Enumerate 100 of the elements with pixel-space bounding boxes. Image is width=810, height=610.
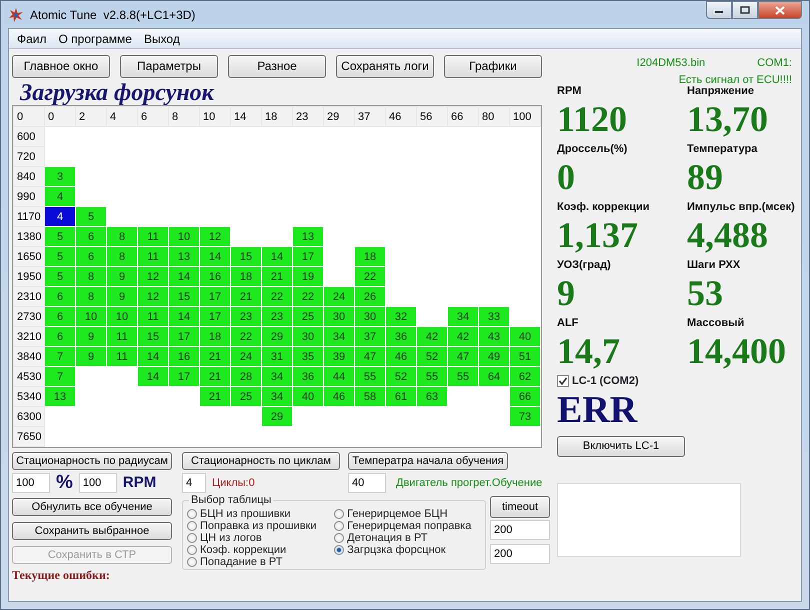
table-cell[interactable]: 17 [168,326,200,346]
table-cell[interactable]: 17 [200,306,230,326]
table-cell[interactable]: 8 [106,226,138,246]
table-cell[interactable]: 14 [200,246,230,266]
table-cell[interactable]: 10 [106,306,138,326]
table-cell[interactable]: 28 [230,366,262,386]
table-cell[interactable]: 11 [138,246,168,266]
radio-option[interactable]: Коэф. коррекции [187,544,326,556]
action-button[interactable]: Сохранить выбранное [12,522,172,540]
table-cell[interactable]: 52 [386,366,416,386]
table-cell[interactable]: 29 [262,326,292,346]
table-cell[interactable]: 30 [292,326,324,346]
lc1-checkbox[interactable]: LC-1 (COM2) [557,373,810,390]
table-cell[interactable]: 30 [324,306,354,326]
table-cell[interactable]: 30 [354,306,386,326]
stationarity-cycles-button[interactable]: Стационарность по циклам [182,452,340,470]
table-cell[interactable]: 13 [168,246,200,266]
table-cell[interactable]: 66 [510,386,540,406]
table-cell[interactable]: 11 [106,346,138,366]
stationarity-radius-button[interactable]: Стационарность по радиусам [12,452,172,470]
table-cell[interactable]: 7 [44,346,76,366]
table-cell[interactable]: 12 [138,286,168,306]
table-cell[interactable]: 17 [168,366,200,386]
percent-field[interactable]: 100 [12,473,50,493]
table-cell[interactable]: 62 [510,366,540,386]
table-cell[interactable]: 44 [324,366,354,386]
table-cell[interactable]: 21 [200,386,230,406]
menu-item[interactable]: О программе [52,30,138,48]
table-cell[interactable]: 15 [168,286,200,306]
table-cell[interactable]: 9 [106,286,138,306]
radio-option[interactable]: Загрцзка форсцнок [334,544,481,556]
minimize-button[interactable] [706,1,732,19]
table-cell[interactable]: 40 [292,386,324,406]
table-cell[interactable]: 55 [416,366,448,386]
table-cell[interactable]: 24 [324,286,354,306]
timeout-field[interactable]: 200 [490,520,550,540]
table-cell[interactable]: 26 [354,286,386,306]
toolbar-button[interactable]: Сохранять логи [336,55,434,78]
table-cell[interactable]: 22 [230,326,262,346]
learn-temperature-button[interactable]: Температра начала обучения [348,452,508,470]
table-cell[interactable]: 34 [324,326,354,346]
table-cell[interactable]: 21 [200,366,230,386]
radio-option[interactable]: Генерирцемая поправка [334,520,481,532]
radio-option[interactable]: БЦН из прошивки [187,508,326,520]
table-cell[interactable]: 49 [478,346,510,366]
table-cell[interactable]: 47 [354,346,386,366]
radio-option[interactable]: ЦН из логов [187,532,326,544]
table-cell[interactable]: 11 [106,326,138,346]
table-cell[interactable]: 21 [262,266,292,286]
table-cell[interactable]: 63 [416,386,448,406]
table-cell[interactable]: 14 [168,306,200,326]
table-cell[interactable]: 25 [230,386,262,406]
close-button[interactable] [758,1,802,19]
table-cell[interactable]: 13 [292,226,324,246]
table-cell[interactable]: 51 [510,346,540,366]
table-cell[interactable]: 9 [106,266,138,286]
table-cell[interactable]: 5 [44,226,76,246]
table-cell[interactable]: 19 [292,266,324,286]
toolbar-button[interactable]: Разное [228,55,326,78]
table-cell[interactable]: 4 [44,186,76,206]
table-cell[interactable]: 11 [138,306,168,326]
cycles-field[interactable]: 4 [182,473,206,493]
table-cell[interactable]: 39 [324,346,354,366]
table-cell[interactable]: 18 [200,326,230,346]
table-cell[interactable]: 6 [76,246,106,266]
table-cell[interactable]: 46 [324,386,354,406]
table-cell[interactable]: 9 [76,326,106,346]
toolbar-button[interactable]: Главное окно [12,55,110,78]
radio-option[interactable]: Генерирцемое БЦН [334,508,481,520]
table-cell[interactable]: 6 [44,306,76,326]
table-cell[interactable]: 10 [168,226,200,246]
table-cell[interactable]: 14 [262,246,292,266]
table-cell[interactable]: 29 [262,406,292,426]
radio-option[interactable]: Детонация в РТ [334,532,481,544]
radio-option[interactable]: Поправка из прошивки [187,520,326,532]
table-cell[interactable]: 32 [386,306,416,326]
table-cell[interactable]: 34 [262,386,292,406]
table-cell[interactable]: 16 [200,266,230,286]
table-cell[interactable]: 5 [76,206,106,226]
table-cell[interactable]: 4 [44,206,76,226]
timeout-button[interactable]: timeout [490,496,550,518]
table-cell[interactable]: 34 [262,366,292,386]
table-cell[interactable]: 15 [230,246,262,266]
table-cell[interactable]: 34 [448,306,478,326]
table-cell[interactable]: 43 [478,326,510,346]
table-cell[interactable]: 40 [510,326,540,346]
table-cell[interactable]: 58 [354,386,386,406]
table-cell[interactable]: 12 [200,226,230,246]
table-cell[interactable]: 6 [44,286,76,306]
table-cell[interactable]: 7 [44,366,76,386]
table-cell[interactable]: 9 [76,346,106,366]
toolbar-button[interactable]: Параметры [120,55,218,78]
table-cell[interactable]: 35 [292,346,324,366]
table-cell[interactable]: 6 [76,226,106,246]
table-cell[interactable]: 13 [44,386,76,406]
table-cell[interactable]: 8 [76,266,106,286]
table-cell[interactable]: 55 [354,366,386,386]
table-cell[interactable]: 23 [262,306,292,326]
table-cell[interactable]: 22 [354,266,386,286]
table-cell[interactable]: 21 [230,286,262,306]
